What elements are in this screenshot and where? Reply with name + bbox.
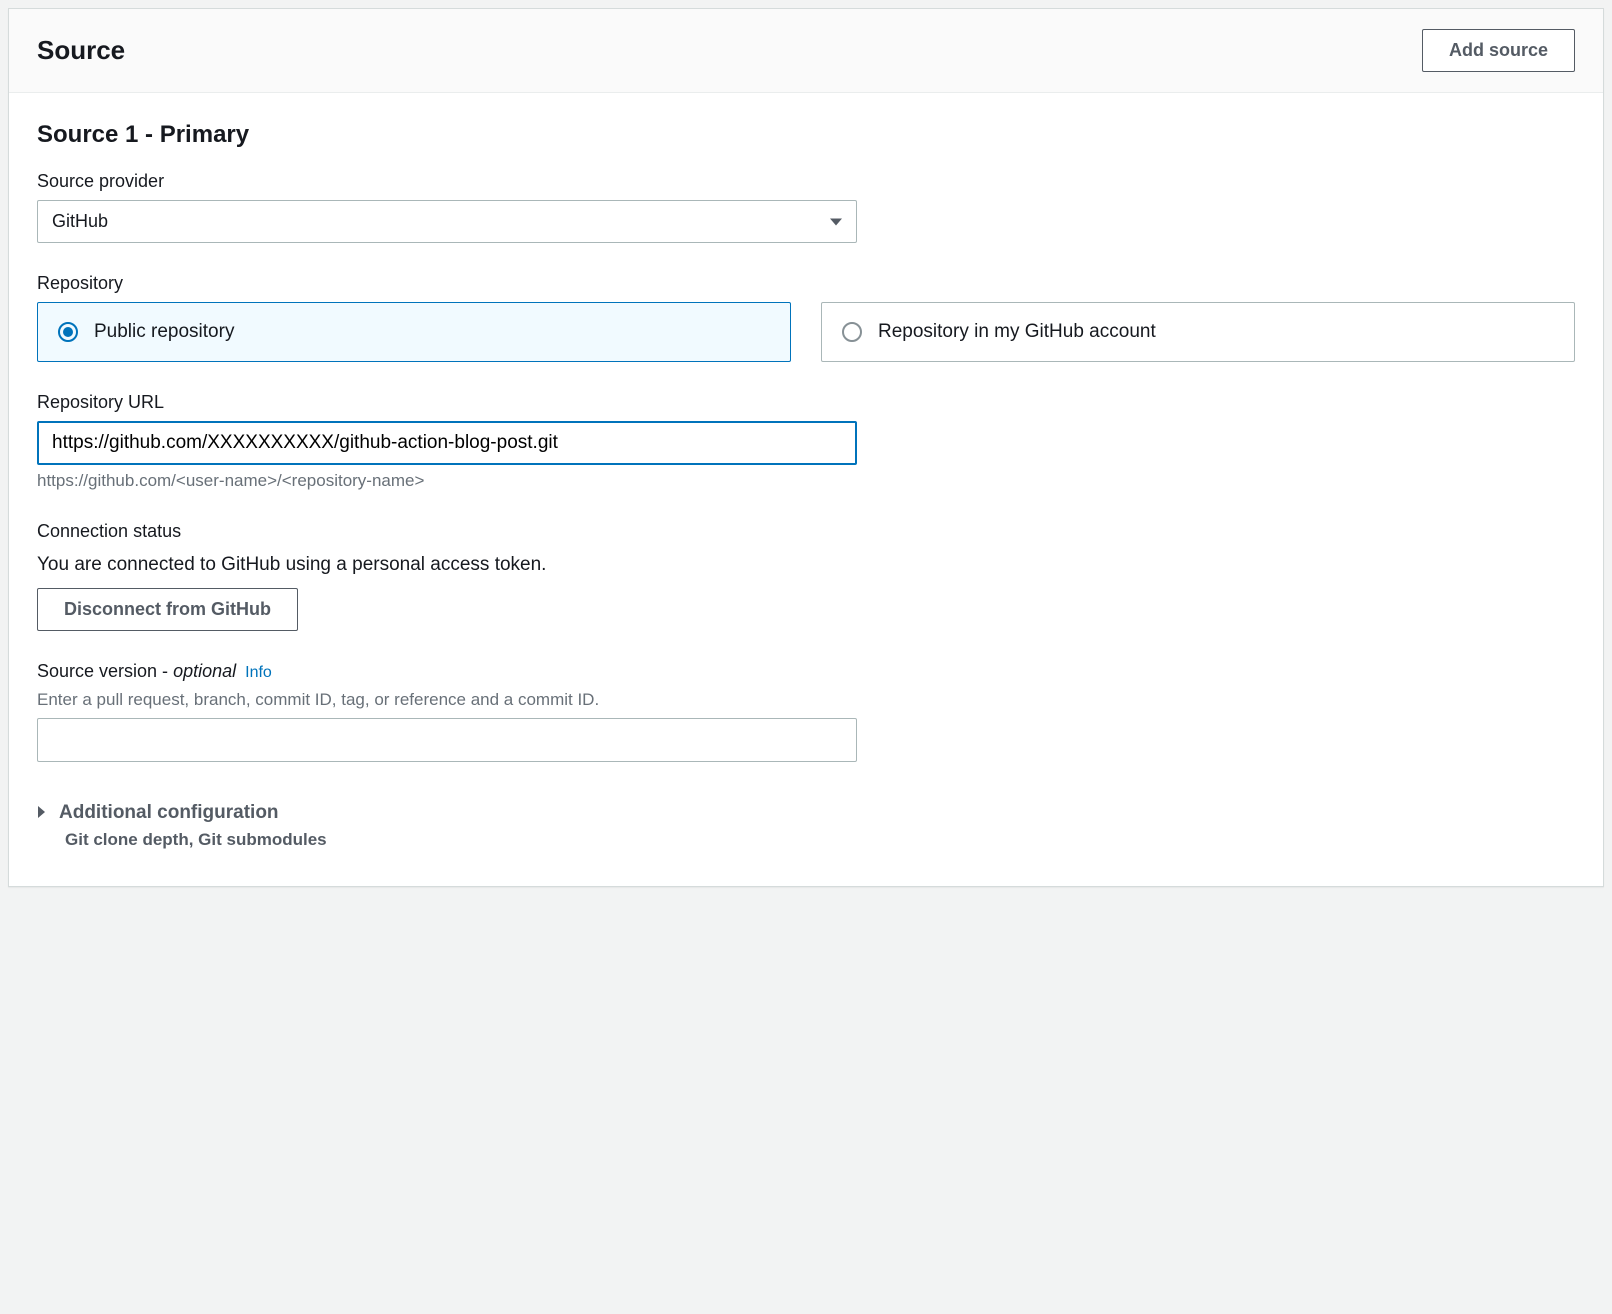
- additional-configuration-subtitle: Git clone depth, Git submodules: [65, 830, 1575, 850]
- source-provider-select[interactable]: GitHub: [37, 200, 857, 243]
- repository-label: Repository: [37, 273, 1575, 294]
- radio-icon: [58, 322, 78, 342]
- repository-url-label: Repository URL: [37, 392, 1575, 413]
- panel-body: Source 1 - Primary Source provider GitHu…: [9, 93, 1603, 886]
- section-title: Source 1 - Primary: [37, 121, 1575, 149]
- source-version-field: Source version - optional Info Enter a p…: [37, 661, 1575, 762]
- panel-title: Source: [37, 35, 125, 66]
- radio-public-label: Public repository: [94, 321, 234, 343]
- repository-url-input[interactable]: [37, 421, 857, 465]
- source-version-label: Source version - optional Info: [37, 661, 1575, 682]
- info-link[interactable]: Info: [245, 664, 272, 681]
- radio-github-account-repository[interactable]: Repository in my GitHub account: [821, 302, 1575, 362]
- source-panel: Source Add source Source 1 - Primary Sou…: [8, 8, 1604, 887]
- radio-icon: [842, 322, 862, 342]
- caret-right-icon: [37, 803, 47, 824]
- connection-status-label: Connection status: [37, 521, 1575, 542]
- radio-account-label: Repository in my GitHub account: [878, 321, 1156, 343]
- add-source-button[interactable]: Add source: [1422, 29, 1575, 72]
- repository-url-hint: https://github.com/<user-name>/<reposito…: [37, 471, 1575, 491]
- source-provider-field: Source provider GitHub: [37, 171, 1575, 243]
- panel-header: Source Add source: [9, 9, 1603, 93]
- source-version-input[interactable]: [37, 718, 857, 762]
- disconnect-github-button[interactable]: Disconnect from GitHub: [37, 588, 298, 631]
- source-version-hint: Enter a pull request, branch, commit ID,…: [37, 690, 1575, 710]
- additional-configuration-toggle[interactable]: Additional configuration: [37, 802, 1575, 824]
- repository-radio-group: Public repository Repository in my GitHu…: [37, 302, 1575, 362]
- source-provider-label: Source provider: [37, 171, 1575, 192]
- connection-status-text: You are connected to GitHub using a pers…: [37, 554, 1575, 576]
- repository-field: Repository Public repository Repository …: [37, 273, 1575, 362]
- repository-url-field: Repository URL https://github.com/<user-…: [37, 392, 1575, 491]
- additional-configuration-section: Additional configuration Git clone depth…: [37, 802, 1575, 850]
- additional-configuration-title: Additional configuration: [59, 802, 279, 824]
- radio-public-repository[interactable]: Public repository: [37, 302, 791, 362]
- connection-status-field: Connection status You are connected to G…: [37, 521, 1575, 631]
- source-provider-value: GitHub: [52, 211, 108, 232]
